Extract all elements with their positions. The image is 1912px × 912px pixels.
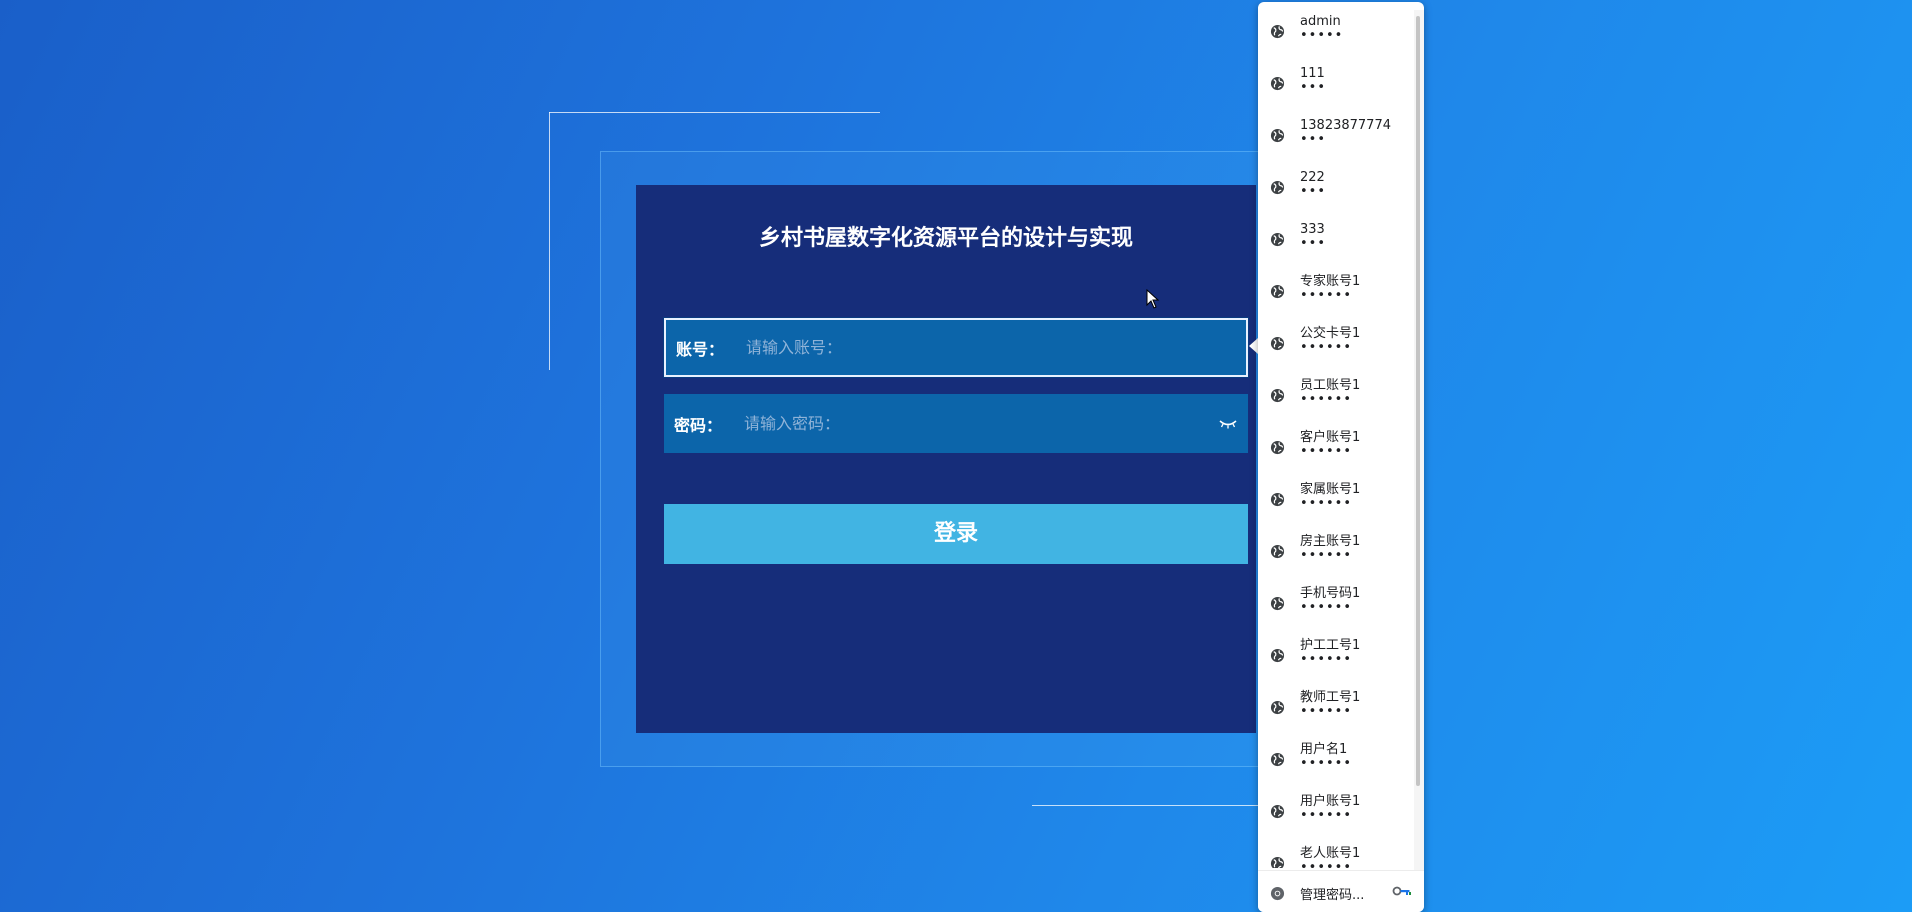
credential-texts: 客户账号1 •••••• [1300, 430, 1360, 458]
account-label: 账号： [676, 339, 725, 359]
credential-texts: 手机号码1 •••••• [1300, 586, 1360, 614]
saved-credential-item[interactable]: 13823877774 ••• [1258, 106, 1414, 158]
credential-password-mask: ••• [1300, 132, 1327, 147]
manage-passwords-label: 管理密码... [1300, 888, 1365, 903]
credential-texts: 111 ••• [1300, 66, 1326, 94]
credential-texts: 家属账号1 •••••• [1300, 482, 1360, 510]
password-autofill-dropdown: admin ••••• 111 ••• 13823877774 ••• 222 ••• 333 •… [1258, 2, 1424, 912]
saved-credential-item[interactable]: 客户账号1 •••••• [1258, 418, 1414, 470]
saved-credential-item[interactable]: 111 ••• [1258, 54, 1414, 106]
globe-icon [1270, 596, 1285, 611]
credential-password-mask: •••••• [1300, 704, 1353, 719]
credential-password-mask: •••••• [1300, 288, 1353, 303]
saved-credential-item[interactable]: admin ••••• [1258, 2, 1414, 54]
credential-texts: 老人账号1 •••••• [1300, 846, 1360, 868]
login-panel [636, 185, 1256, 733]
password-label: 密码： [674, 415, 723, 435]
credential-texts: 13823877774 ••• [1300, 118, 1391, 146]
credential-texts: 222 ••• [1300, 170, 1326, 198]
credential-texts: 专家账号1 •••••• [1300, 274, 1360, 302]
saved-credential-item[interactable]: 手机号码1 •••••• [1258, 574, 1414, 626]
saved-credential-item[interactable]: 用户账号1 •••••• [1258, 782, 1414, 834]
globe-icon [1270, 336, 1285, 351]
saved-credential-item[interactable]: 专家账号1 •••••• [1258, 262, 1414, 314]
globe-icon [1270, 648, 1285, 663]
decor-line-left [549, 112, 550, 370]
key-icon [1392, 886, 1411, 896]
credential-password-mask: •••••• [1300, 444, 1353, 459]
saved-credential-item[interactable]: 333 ••• [1258, 210, 1414, 262]
saved-credential-item[interactable]: 护工工号1 •••••• [1258, 626, 1414, 678]
eye-closed-icon[interactable] [1208, 394, 1248, 453]
globe-icon [1270, 128, 1285, 143]
credential-password-mask: ••• [1300, 236, 1327, 251]
credential-texts: 用户名1 •••••• [1300, 742, 1352, 770]
credential-texts: 护工工号1 •••••• [1300, 638, 1360, 666]
credential-password-mask: •••••• [1300, 392, 1353, 407]
credential-password-mask: ••• [1300, 184, 1327, 199]
credential-password-mask: •••••• [1300, 496, 1353, 511]
decor-line-top [549, 112, 880, 113]
saved-credential-item[interactable]: 房主账号1 •••••• [1258, 522, 1414, 574]
globe-icon [1270, 544, 1285, 559]
credential-password-mask: ••• [1300, 80, 1327, 95]
credential-texts: 房主账号1 •••••• [1300, 534, 1360, 562]
saved-credential-item[interactable]: 公交卡号1 •••••• [1258, 314, 1414, 366]
credential-password-mask: ••••• [1300, 28, 1344, 43]
globe-icon [1270, 700, 1285, 715]
manage-passwords-row[interactable]: 管理密码... [1258, 870, 1424, 912]
globe-icon [1270, 388, 1285, 403]
password-input[interactable] [736, 394, 1208, 453]
globe-icon [1270, 180, 1285, 195]
account-field[interactable]: 账号： [664, 318, 1248, 377]
globe-icon [1270, 76, 1285, 91]
chrome-icon [1270, 886, 1285, 901]
page-title: 乡村书屋数字化资源平台的设计与实现 [758, 226, 1133, 251]
dropdown-pointer [1249, 338, 1258, 354]
globe-icon [1270, 492, 1285, 507]
credential-texts: 员工账号1 •••••• [1300, 378, 1360, 406]
credential-texts: 333 ••• [1300, 222, 1326, 250]
credential-password-mask: •••••• [1300, 652, 1353, 667]
globe-icon [1270, 856, 1285, 868]
credential-password-mask: •••••• [1300, 860, 1353, 868]
saved-credential-item[interactable]: 222 ••• [1258, 158, 1414, 210]
dropdown-scrollbar-thumb[interactable] [1416, 16, 1420, 786]
credential-texts: 公交卡号1 •••••• [1300, 326, 1360, 354]
password-field[interactable]: 密码： [664, 394, 1248, 453]
credential-texts: 教师工号1 •••••• [1300, 690, 1360, 718]
account-input[interactable] [738, 320, 1246, 375]
saved-credential-item[interactable]: 员工账号1 •••••• [1258, 366, 1414, 418]
globe-icon [1270, 440, 1285, 455]
decor-line-bottom [1032, 805, 1258, 806]
credential-password-mask: •••••• [1300, 808, 1353, 823]
credential-password-mask: •••••• [1300, 548, 1353, 563]
credential-texts: 用户账号1 •••••• [1300, 794, 1360, 822]
saved-credential-item[interactable]: 用户名1 •••••• [1258, 730, 1414, 782]
credential-password-mask: •••••• [1300, 600, 1353, 615]
login-button[interactable]: 登录 [664, 504, 1248, 564]
saved-credentials-list: admin ••••• 111 ••• 13823877774 ••• 222 ••• 333 •… [1258, 2, 1414, 868]
credential-password-mask: •••••• [1300, 340, 1353, 355]
globe-icon [1270, 804, 1285, 819]
saved-credential-item[interactable]: 教师工号1 •••••• [1258, 678, 1414, 730]
globe-icon [1270, 232, 1285, 247]
credential-password-mask: •••••• [1300, 756, 1353, 771]
globe-icon [1270, 24, 1285, 39]
saved-credential-item[interactable]: 老人账号1 •••••• [1258, 834, 1414, 868]
globe-icon [1270, 752, 1285, 767]
saved-credential-item[interactable]: 家属账号1 •••••• [1258, 470, 1414, 522]
globe-icon [1270, 284, 1285, 299]
credential-texts: admin ••••• [1300, 14, 1343, 42]
mouse-cursor-icon [1146, 289, 1160, 309]
